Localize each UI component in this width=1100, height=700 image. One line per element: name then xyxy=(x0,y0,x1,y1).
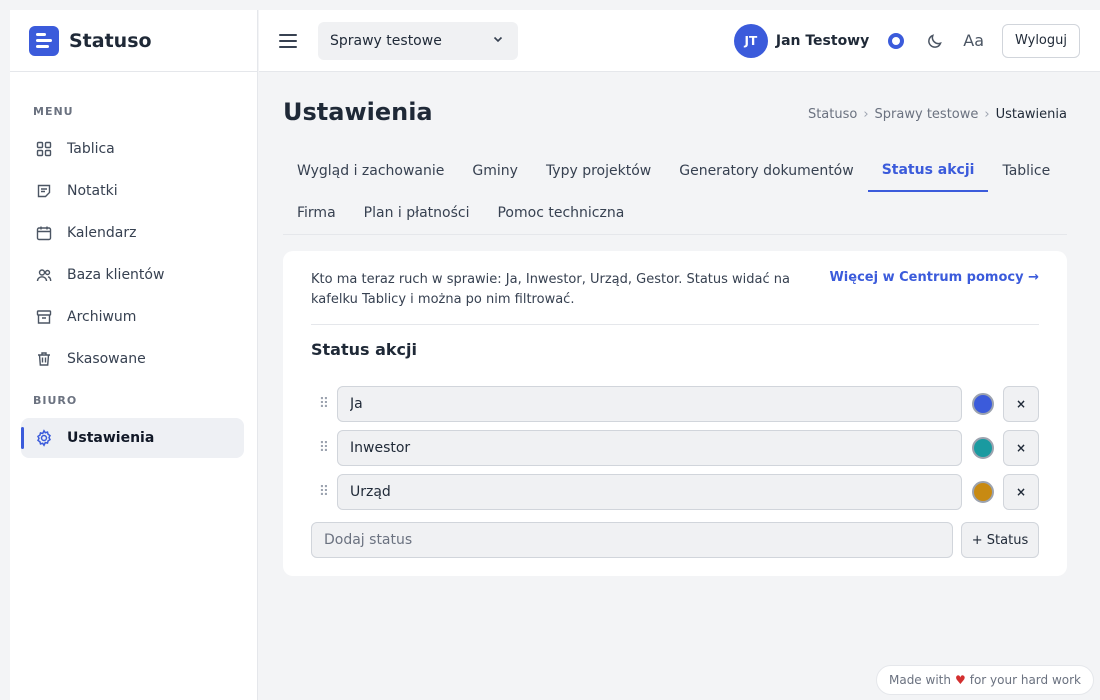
sidebar-item-label: Kalendarz xyxy=(67,225,137,241)
breadcrumb: Statuso › Sprawy testowe › Ustawienia xyxy=(808,107,1067,122)
status-name-input[interactable] xyxy=(337,386,962,422)
tab-status-akcji[interactable]: Status akcji xyxy=(867,150,989,192)
sidebar-nav: Tablica Notatki Kalendarz Baza klientów xyxy=(10,129,257,379)
status-row: ⠿ × xyxy=(311,474,1039,510)
status-row: ⠿ × xyxy=(311,430,1039,466)
archive-icon xyxy=(35,308,53,326)
sidebar-item-ustawienia[interactable]: Ustawienia xyxy=(21,418,244,458)
drag-handle-icon[interactable]: ⠿ xyxy=(311,484,337,500)
sidebar-item-baza-klientow[interactable]: Baza klientów xyxy=(21,255,244,295)
note-icon xyxy=(35,182,53,200)
section-title: Status akcji xyxy=(311,340,417,359)
tab-tablice[interactable]: Tablice xyxy=(988,150,1064,192)
tab-typy-projektow[interactable]: Typy projektów xyxy=(532,150,665,192)
drag-handle-icon[interactable]: ⠿ xyxy=(311,440,337,456)
status-name-input[interactable] xyxy=(337,474,962,510)
tab-firma[interactable]: Firma xyxy=(283,192,350,234)
add-status-input[interactable] xyxy=(311,522,953,558)
color-swatch[interactable] xyxy=(972,481,994,503)
chevron-down-icon xyxy=(492,33,504,49)
sidebar-item-kalendarz[interactable]: Kalendarz xyxy=(21,213,244,253)
avatar[interactable]: JT xyxy=(733,23,768,58)
topbar-right: JT Jan Testowy Aa Wyloguj xyxy=(733,23,1080,58)
font-size-toggle[interactable]: Aa xyxy=(963,31,984,50)
tab-gminy[interactable]: Gminy xyxy=(458,150,532,192)
card-description: Kto ma teraz ruch w sprawie: Ja, Inwesto… xyxy=(311,272,790,307)
footer-text: Made with xyxy=(888,673,951,687)
tab-pomoc[interactable]: Pomoc techniczna xyxy=(483,192,638,234)
status-row: ⠿ × xyxy=(311,386,1039,422)
tab-wyglad[interactable]: Wygląd i zachowanie xyxy=(283,150,458,192)
page-title: Ustawienia xyxy=(283,98,433,126)
sidebar-item-label: Notatki xyxy=(67,183,118,199)
case-select[interactable]: Sprawy testowe xyxy=(318,21,518,60)
footer-badge: Made with ♥ for your hard work xyxy=(875,665,1094,695)
calendar-icon xyxy=(35,224,53,242)
sidebar-item-label: Ustawienia xyxy=(67,430,155,446)
app-frame: Statuso MENU Tablica Notatki Kalendarz B… xyxy=(10,10,1100,700)
drag-handle-icon[interactable]: ⠿ xyxy=(311,396,337,412)
breadcrumb-item[interactable]: Statuso xyxy=(808,107,857,122)
sidebar-item-label: Skasowane xyxy=(67,351,146,367)
users-icon xyxy=(35,266,53,284)
case-select-value: Sprawy testowe xyxy=(330,32,442,49)
sidebar: Statuso MENU Tablica Notatki Kalendarz B… xyxy=(10,10,258,700)
heart-icon: ♥ xyxy=(954,673,966,687)
breadcrumb-separator: › xyxy=(863,107,869,122)
statuso-logo-icon xyxy=(29,25,59,56)
add-status-row: + Status xyxy=(311,522,1039,558)
topbar: Sprawy testowe JT Jan Testowy Aa Wyloguj xyxy=(259,10,1100,72)
divider xyxy=(311,324,1039,325)
add-status-button[interactable]: + Status xyxy=(961,522,1039,558)
breadcrumb-item[interactable]: Sprawy testowe xyxy=(875,107,979,122)
tab-generatory[interactable]: Generatory dokumentów xyxy=(665,150,867,192)
sidebar-item-label: Archiwum xyxy=(67,309,137,325)
help-center-link[interactable]: Więcej w Centrum pomocy → xyxy=(829,270,1039,310)
card-header: Kto ma teraz ruch w sprawie: Ja, Inwesto… xyxy=(311,270,1039,310)
delete-status-button[interactable]: × xyxy=(1003,474,1039,510)
delete-status-button[interactable]: × xyxy=(1003,386,1039,422)
breadcrumb-current: Ustawienia xyxy=(995,107,1067,122)
footer-text: for your hard work xyxy=(969,673,1081,687)
trash-icon xyxy=(35,350,53,368)
sidebar-item-notatki[interactable]: Notatki xyxy=(21,171,244,211)
tab-plan[interactable]: Plan i płatności xyxy=(350,192,484,234)
sidebar-item-skasowane[interactable]: Skasowane xyxy=(21,339,244,379)
sidebar-nav-biuro: Ustawienia xyxy=(10,418,257,458)
logout-button[interactable]: Wyloguj xyxy=(1002,23,1080,58)
brand[interactable]: Statuso xyxy=(10,10,257,72)
sidebar-item-label: Baza klientów xyxy=(67,267,165,283)
sidebar-item-label: Tablica xyxy=(67,141,115,157)
grid-icon xyxy=(35,140,53,158)
biuro-section-label: BIURO xyxy=(33,394,78,407)
status-card: Kto ma teraz ruch w sprawie: Ja, Inwesto… xyxy=(283,251,1067,576)
moon-icon[interactable] xyxy=(926,32,944,50)
sidebar-item-archiwum[interactable]: Archiwum xyxy=(21,297,244,337)
status-ring-icon[interactable] xyxy=(888,32,905,49)
gear-icon xyxy=(35,429,53,447)
status-name-input[interactable] xyxy=(337,430,962,466)
settings-tabs: Wygląd i zachowanie Gminy Typy projektów… xyxy=(283,150,1067,235)
sidebar-item-tablica[interactable]: Tablica xyxy=(21,129,244,169)
color-swatch[interactable] xyxy=(972,437,994,459)
menu-section-label: MENU xyxy=(33,105,74,118)
breadcrumb-separator: › xyxy=(984,107,990,122)
user-name[interactable]: Jan Testowy xyxy=(776,33,869,49)
delete-status-button[interactable]: × xyxy=(1003,430,1039,466)
color-swatch[interactable] xyxy=(972,393,994,415)
hamburger-menu-icon[interactable] xyxy=(279,33,297,48)
brand-name: Statuso xyxy=(69,29,152,52)
